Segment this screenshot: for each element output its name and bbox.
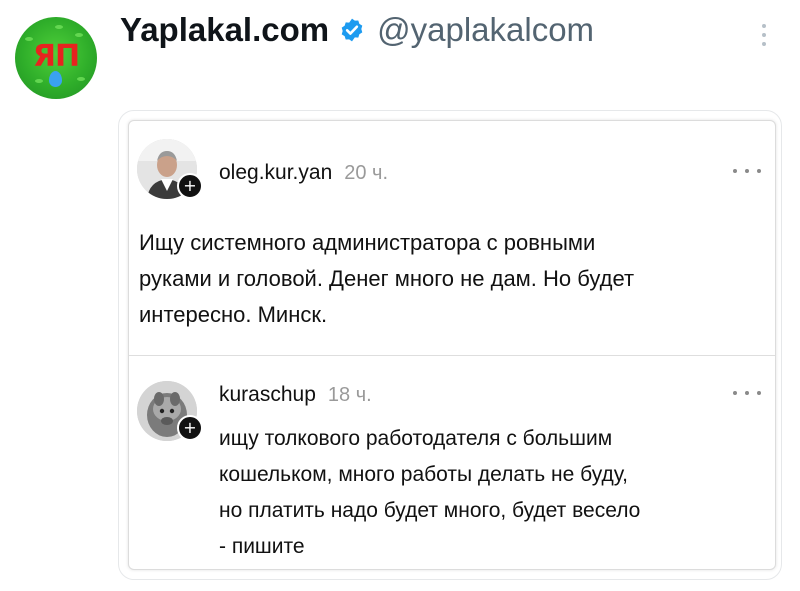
avatar-pattern [35, 79, 43, 83]
avatar-logo-text: ЯП [32, 39, 80, 74]
verified-badge-icon [341, 18, 363, 42]
post-text-line: кошельком, много работы делать не буду, [219, 463, 628, 486]
plus-icon[interactable]: + [177, 415, 203, 441]
post-body: ищу толкового работодателя с большим кош… [219, 421, 759, 565]
post-body: Ищу системного администратора с ровными … [139, 225, 749, 333]
plus-icon[interactable]: + [177, 173, 203, 199]
more-horizontal-icon[interactable] [733, 391, 761, 397]
post-timestamp: 20 ч. [344, 162, 389, 184]
more-horizontal-icon[interactable] [733, 169, 761, 175]
post-header: oleg.kur.yan 20 ч. [219, 161, 388, 185]
post-header: kuraschup 18 ч. [219, 383, 372, 407]
author-handle[interactable]: @yaplakalcom [377, 11, 594, 49]
post-text-line: Ищу системного администратора с ровными [139, 230, 596, 255]
author-avatar[interactable]: ЯП [15, 17, 97, 99]
avatar-pattern [75, 33, 83, 37]
avatar-pattern [55, 25, 63, 29]
tweet-view: ЯП Yaplakal.com @yaplakalcom + oleg.kur.… [0, 0, 800, 591]
post-timestamp: 18 ч. [327, 384, 372, 406]
author-display-name[interactable]: Yaplakal.com [120, 11, 329, 49]
droplet-icon [49, 71, 62, 87]
post-username[interactable]: oleg.kur.yan [219, 161, 332, 185]
post-text-line: - пишите [219, 535, 305, 558]
author-header: Yaplakal.com @yaplakalcom [120, 10, 594, 50]
post-text-line: но платить надо будет много, будет весел… [219, 499, 641, 522]
post-text-line: руками и головой. Денег много не дам. Но… [139, 266, 635, 291]
thread-post: + oleg.kur.yan 20 ч. Ищу системного адми… [129, 121, 775, 355]
post-username[interactable]: kuraschup [219, 383, 316, 407]
avatar-pattern [77, 77, 85, 81]
post-text-line: интересно. Минск. [139, 302, 328, 327]
thread-post: + kuraschup 18 ч. ищу толкового работода… [129, 355, 775, 571]
post-text-line: ищу толкового работодателя с большим [219, 427, 613, 450]
threads-screenshot: + oleg.kur.yan 20 ч. Ищу системного адми… [128, 120, 776, 570]
more-vertical-icon[interactable] [760, 24, 768, 50]
